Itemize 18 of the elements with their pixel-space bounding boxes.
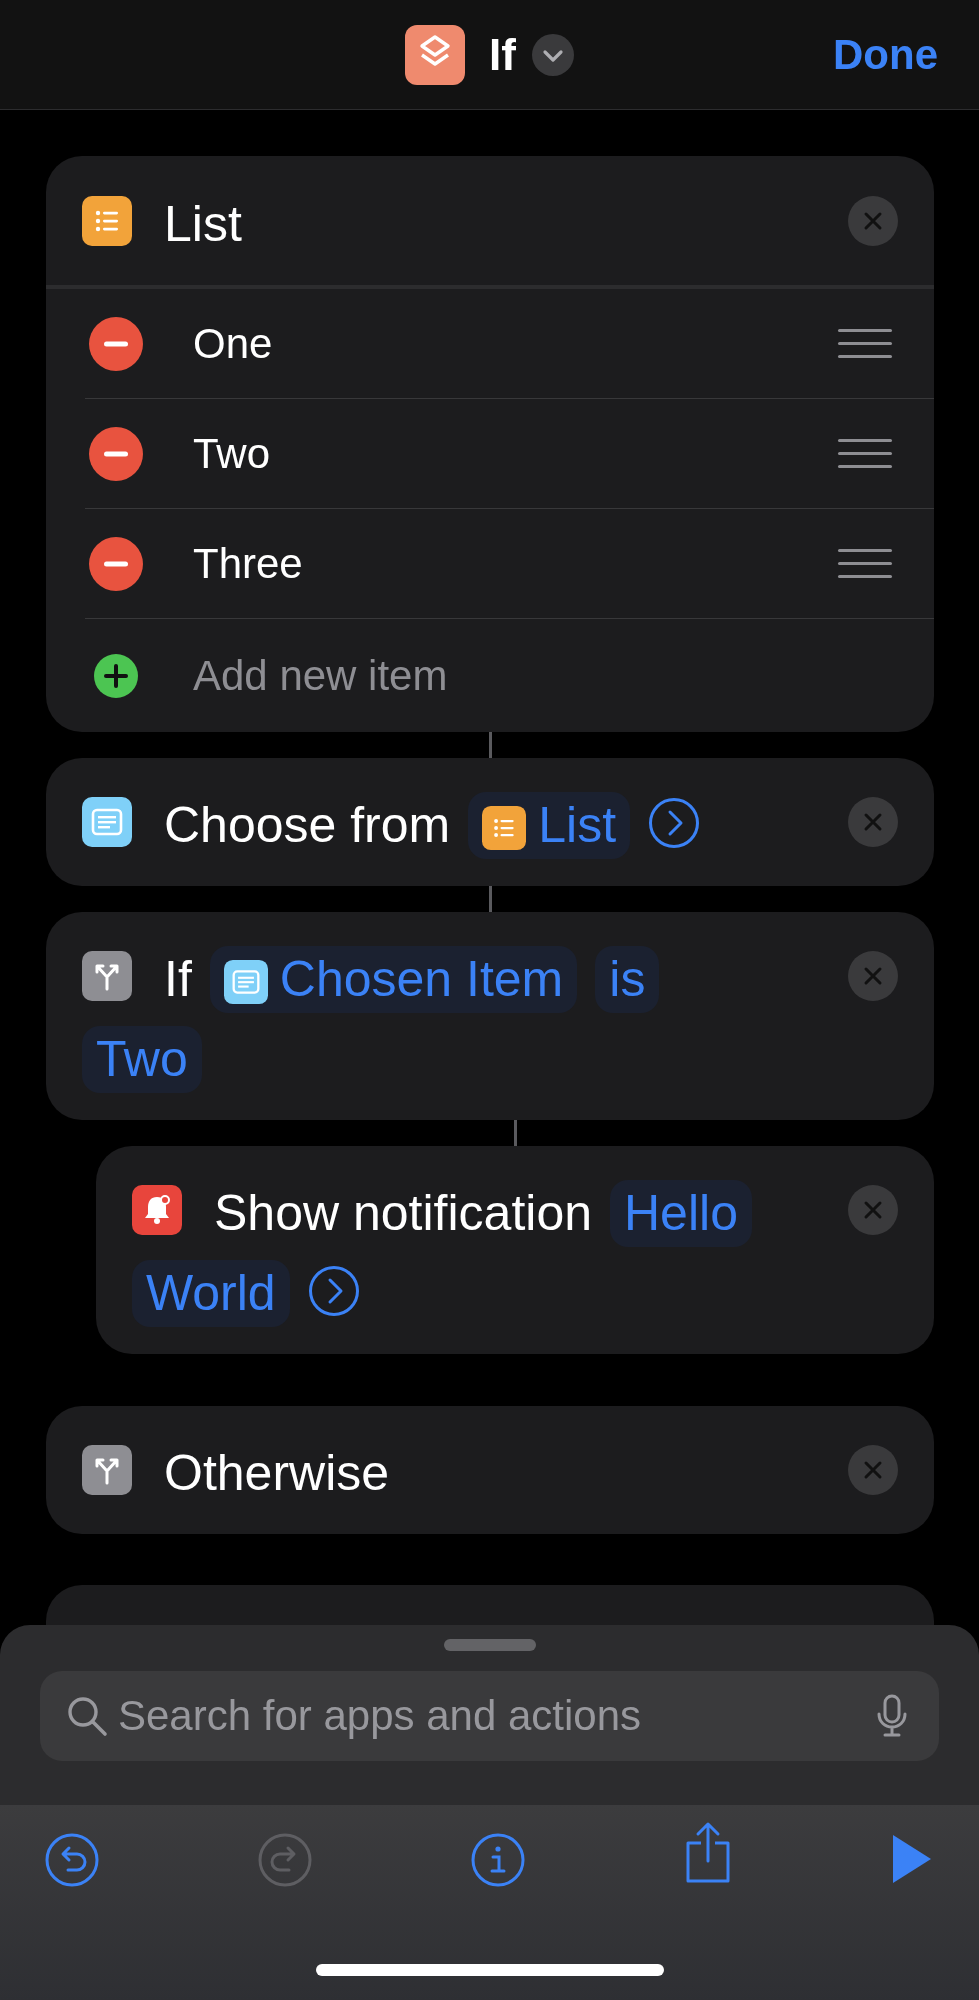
action-label: Show notification — [214, 1185, 592, 1243]
action-label: Choose from — [164, 797, 451, 855]
parameter-token[interactable]: Two — [82, 1026, 202, 1094]
list-item-text[interactable]: One — [193, 312, 838, 375]
done-button[interactable]: Done — [833, 28, 938, 82]
search-field[interactable]: Search for apps and actions — [40, 1671, 939, 1761]
parameter-token[interactable]: World — [132, 1260, 290, 1328]
list-item-text[interactable]: Three — [193, 532, 838, 595]
list-item-text[interactable]: Two — [193, 422, 838, 485]
variable-token[interactable]: List — [468, 792, 631, 860]
action-label: If — [164, 951, 192, 1009]
action-label: Otherwise — [164, 1445, 390, 1503]
parameter-token[interactable]: Hello — [610, 1180, 752, 1248]
parameter-token[interactable]: is — [595, 946, 660, 1014]
variable-token[interactable]: Chosen Item — [209, 946, 578, 1014]
window-title: If — [489, 28, 516, 81]
add-item-label[interactable]: Add new item — [193, 644, 892, 707]
action-label: List — [164, 195, 242, 253]
